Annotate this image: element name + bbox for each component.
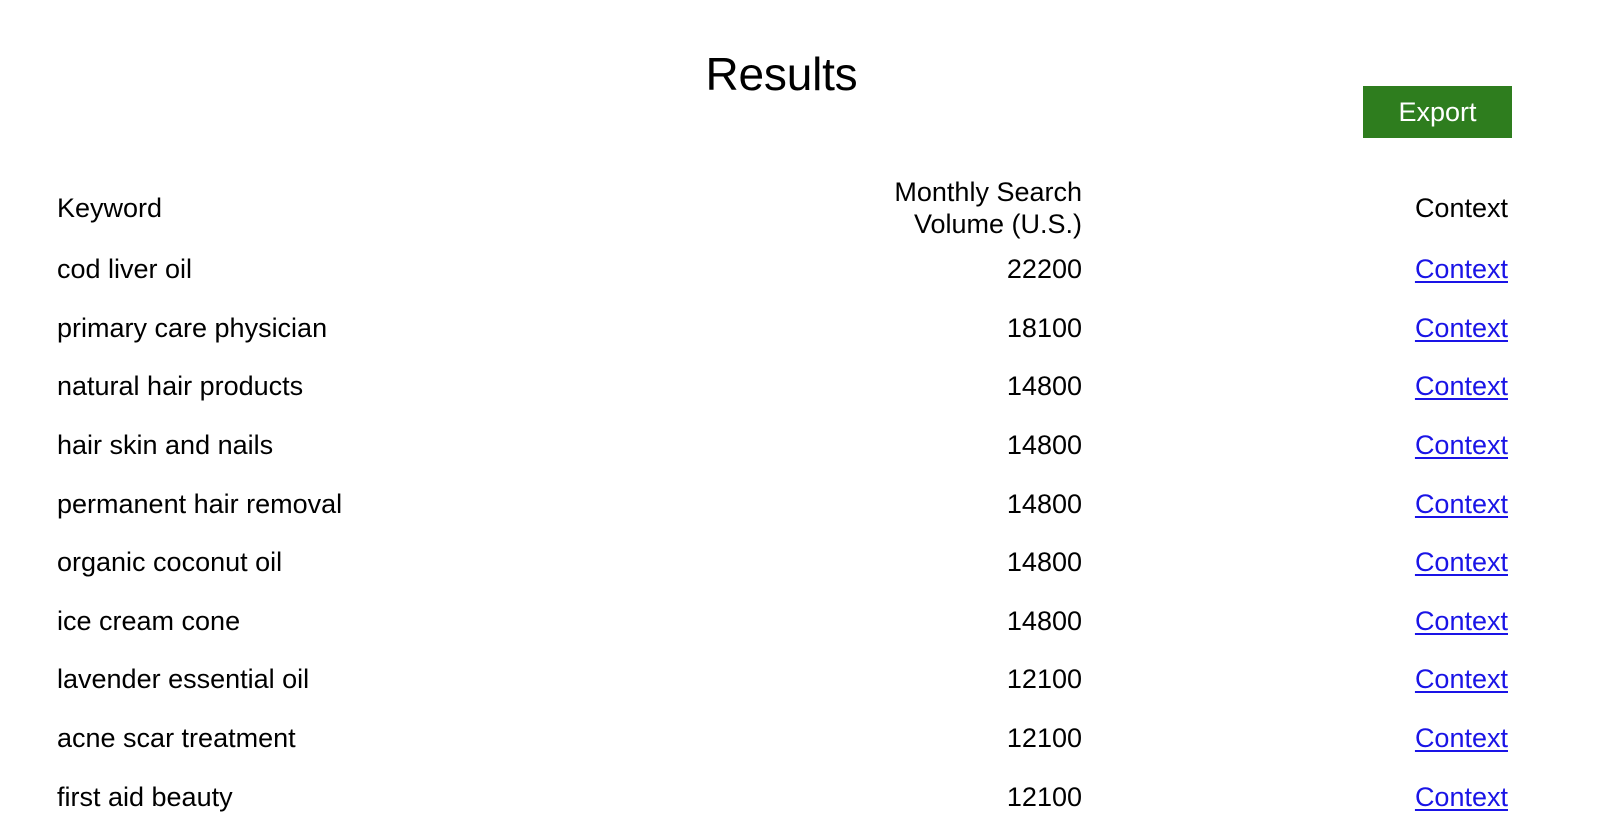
cell-search-volume: 22200 [1006, 254, 1082, 285]
cell-search-volume: 14800 [1006, 430, 1082, 461]
cell-context: Context [1082, 416, 1510, 475]
context-link[interactable]: Context [1415, 371, 1508, 401]
cell-keyword: natural hair products [57, 371, 304, 402]
context-link[interactable]: Context [1415, 723, 1508, 753]
cell-search-volume: 12100 [1006, 781, 1082, 812]
table-row: first aid beauty 12100 Context [57, 767, 1510, 826]
cell-keyword: cod liver oil [57, 254, 193, 285]
page-title: Results [705, 47, 858, 100]
cell-keyword: acne scar treatment [57, 723, 296, 754]
cell-search-volume: 14800 [1006, 547, 1082, 578]
table-body: cod liver oil 22200 Context primary care ph… [57, 240, 1510, 826]
table-row: acne scar treatment 12100 Context [57, 709, 1510, 768]
table-row: lavender essential oil 12100 Context [57, 650, 1510, 709]
cell-keyword: permanent hair removal [57, 488, 343, 519]
cell-search-volume: 14800 [1006, 371, 1082, 402]
table-row: natural hair products 14800 Context [57, 357, 1510, 416]
cell-context: Context [1082, 592, 1510, 651]
cell-search-volume: 14800 [1006, 605, 1082, 636]
cell-context: Context [1082, 474, 1510, 533]
table-row: organic coconut oil 14800 Context [57, 533, 1510, 592]
cell-keyword: first aid beauty [57, 781, 233, 812]
context-link[interactable]: Context [1415, 313, 1508, 343]
cell-keyword: organic coconut oil [57, 547, 283, 578]
cell-context: Context [1082, 709, 1510, 768]
cell-search-volume: 12100 [1006, 664, 1082, 695]
table-header-row: Keyword Monthly Search Volume (U.S.) Con… [57, 176, 1510, 240]
cell-context: Context [1082, 767, 1510, 826]
context-link[interactable]: Context [1415, 547, 1508, 577]
column-header-context: Context [1414, 193, 1508, 223]
cell-context: Context [1082, 299, 1510, 358]
cell-context: Context [1082, 533, 1510, 592]
cell-keyword: lavender essential oil [57, 664, 310, 695]
cell-keyword: ice cream cone [57, 605, 241, 636]
context-link[interactable]: Context [1415, 606, 1508, 636]
results-page: Results Export Keyword Monthly Search Vo… [0, 0, 1600, 827]
context-link[interactable]: Context [1415, 664, 1508, 694]
context-link[interactable]: Context [1415, 782, 1508, 812]
context-link[interactable]: Context [1415, 489, 1508, 519]
cell-keyword: primary care physician [57, 312, 328, 343]
cell-search-volume: 18100 [1006, 312, 1082, 343]
table-row: ice cream cone 14800 Context [57, 592, 1510, 651]
export-button[interactable]: Export [1363, 86, 1512, 138]
cell-search-volume: 12100 [1006, 723, 1082, 754]
cell-search-volume: 14800 [1006, 488, 1082, 519]
cell-keyword: hair skin and nails [57, 430, 274, 461]
context-link[interactable]: Context [1415, 430, 1508, 460]
results-table: Keyword Monthly Search Volume (U.S.) Con… [57, 176, 1510, 826]
cell-context: Context [1082, 240, 1510, 299]
table-header: Keyword Monthly Search Volume (U.S.) Con… [57, 176, 1510, 240]
column-header-keyword: Keyword [57, 193, 163, 223]
table-row: cod liver oil 22200 Context [57, 240, 1510, 299]
column-header-volume: Monthly Search Volume (U.S.) [894, 177, 1082, 239]
cell-context: Context [1082, 357, 1510, 416]
table-row: primary care physician 18100 Context [57, 299, 1510, 358]
table-row: hair skin and nails 14800 Context [57, 416, 1510, 475]
context-link[interactable]: Context [1415, 254, 1508, 284]
cell-context: Context [1082, 650, 1510, 709]
table-row: permanent hair removal 14800 Context [57, 474, 1510, 533]
